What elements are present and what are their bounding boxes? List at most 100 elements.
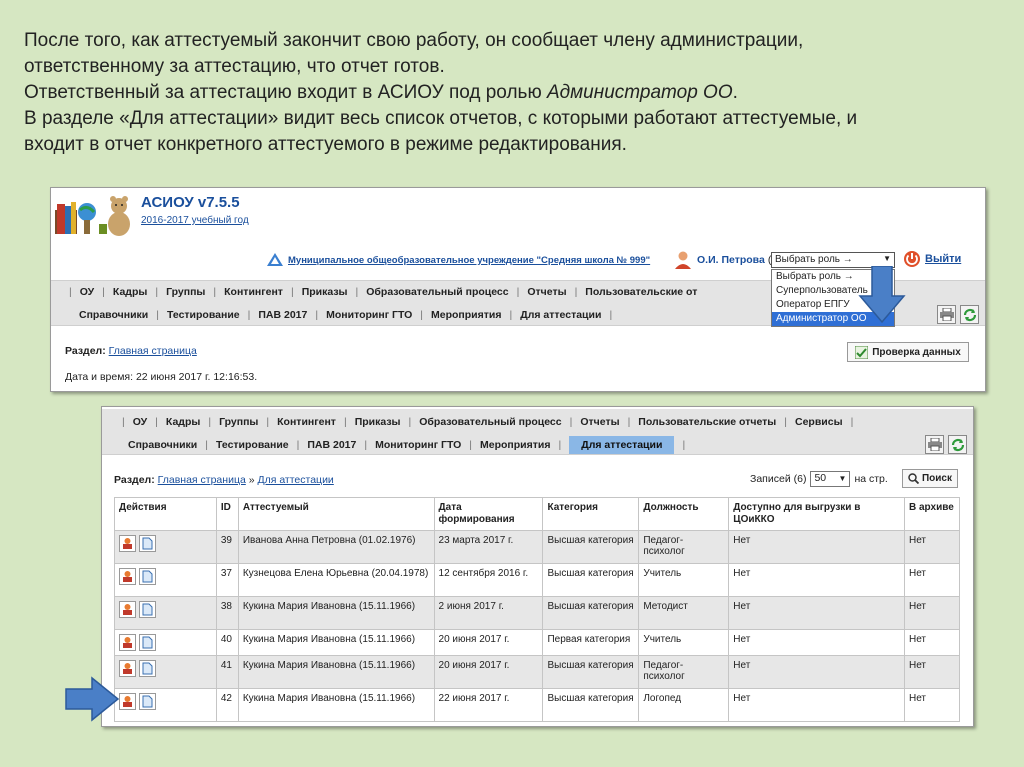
user-line: О.И. Петрова ( (673, 249, 771, 271)
menu-item-for-attestation[interactable]: Для аттестации (520, 309, 601, 321)
breadcrumb-home-link[interactable]: Главная страница (109, 345, 197, 357)
org-icon (267, 253, 283, 266)
column-header: В архиве (903, 497, 961, 531)
refresh-button[interactable] (960, 305, 979, 324)
org-link[interactable]: Муниципальное общеобразовательное учрежд… (288, 255, 650, 266)
menu-item[interactable]: Справочники (128, 439, 197, 451)
menu-item[interactable]: Мероприятия (431, 309, 501, 321)
menu-item[interactable]: ПАВ 2017 (307, 439, 356, 451)
menu-item[interactable]: Отчеты (527, 286, 566, 298)
edit-button[interactable] (119, 634, 136, 651)
records-select[interactable]: 50 ▼ (810, 471, 851, 487)
check-data-button[interactable]: Проверка данных (847, 342, 969, 362)
search-icon (908, 473, 919, 484)
menu-item[interactable]: Образовательный процесс (419, 416, 561, 428)
records-per-page: Записей (6) 50 ▼ на стр. (750, 471, 888, 487)
menu-item[interactable]: Группы (166, 286, 205, 298)
actions-cell (114, 530, 217, 564)
document-icon (142, 695, 153, 708)
edit-button[interactable] (119, 660, 136, 677)
edit-button[interactable] (119, 693, 136, 710)
menu-item[interactable]: Пользовательские отчеты (638, 416, 776, 428)
open-document-button[interactable] (139, 660, 156, 677)
attestation-table: Действия ID Аттестуемый Дата формировани… (114, 497, 961, 722)
menu-item[interactable]: Справочники (79, 309, 148, 321)
breadcrumb: Раздел: Главная страница » Для аттестаци… (114, 474, 334, 486)
menu-item[interactable]: Отчеты (580, 416, 619, 428)
table-row: 37 Кузнецова Елена Юрьевна (20.04.1978) … (114, 563, 961, 597)
school-year-link[interactable]: 2016-2017 учебный год (141, 215, 249, 226)
actions-cell (114, 688, 217, 722)
document-icon (142, 537, 153, 550)
refresh-icon (963, 308, 976, 321)
open-document-button[interactable] (139, 693, 156, 710)
table-row: 42 Кукина Мария Ивановна (15.11.1966) 22… (114, 688, 961, 722)
menu-item[interactable]: Тестирование (216, 439, 289, 451)
screenshot-main-page: АСИОУ v7.5.5 2016-2017 учебный год Муниц… (50, 187, 986, 392)
menu-item[interactable]: Кадры (113, 286, 147, 298)
edit-button[interactable] (119, 568, 136, 585)
toolbar (937, 305, 979, 324)
menu-row-2: Справочники | Тестирование | ПАВ 2017 | Мон… (128, 436, 693, 454)
menu-item-for-attestation-active[interactable]: Для аттестации (569, 436, 675, 454)
print-button[interactable] (937, 305, 956, 324)
exit-link[interactable]: Выйти (925, 253, 961, 265)
open-document-button[interactable] (139, 634, 156, 651)
menu-item[interactable]: ОУ (133, 416, 147, 428)
menu-row-1: | ОУ | Кадры | Группы | Контингент | Приказы… (69, 286, 698, 298)
edit-icon (123, 696, 132, 707)
org-line: Муниципальное общеобразовательное учрежд… (266, 250, 650, 270)
dropdown-arrow-icon: ▼ (883, 254, 891, 263)
refresh-icon (951, 438, 964, 451)
intro-line-2: ответственному за аттестацию, что отчет … (24, 56, 445, 77)
document-icon (142, 603, 153, 616)
open-document-button[interactable] (139, 601, 156, 618)
search-button[interactable]: Поиск (902, 469, 958, 488)
menu-item[interactable]: Мероприятия (480, 439, 550, 451)
menu-item[interactable]: ОУ (80, 286, 94, 298)
breadcrumb-current-link[interactable]: Для аттестации (257, 474, 333, 486)
menu-item[interactable]: Группы (219, 416, 258, 428)
exit-control[interactable]: Выйти (903, 250, 961, 268)
menu-item[interactable]: Приказы (355, 416, 401, 428)
menu-item[interactable]: Тестирование (167, 309, 240, 321)
edit-icon (123, 604, 132, 615)
menu-item[interactable]: Образовательный процесс (366, 286, 508, 298)
breadcrumb-home-link[interactable]: Главная страница (158, 474, 246, 486)
user-name[interactable]: О.И. Петрова (697, 254, 765, 266)
document-icon (142, 662, 153, 675)
check-icon (855, 345, 869, 359)
column-header: Категория (542, 497, 640, 531)
edit-icon (123, 637, 132, 648)
intro-line-1: После того, как аттестуемый закончит сво… (24, 30, 804, 51)
menu-item[interactable]: Контингент (224, 286, 283, 298)
menu-item[interactable]: Пользовательские от (585, 286, 697, 298)
intro-line-3: Ответственный за аттестацию входит в АСИ… (24, 82, 738, 103)
menu-item[interactable]: Мониторинг ГТО (326, 309, 412, 321)
toolbar (925, 435, 967, 454)
datetime-text: Дата и время: 22 июня 2017 г. 12:16:53. (65, 371, 258, 383)
document-icon (142, 570, 153, 583)
column-header: Дата формирования (433, 497, 544, 531)
user-icon (675, 251, 691, 269)
main-menu: | ОУ | Кадры | Группы | Контингент | Приказы… (102, 409, 973, 455)
menu-item[interactable]: Приказы (302, 286, 348, 298)
open-document-button[interactable] (139, 535, 156, 552)
edit-button[interactable] (119, 535, 136, 552)
menu-item[interactable]: Сервисы (795, 416, 843, 428)
menu-item[interactable]: Мониторинг ГТО (375, 439, 461, 451)
screenshot-attestation-page: | ОУ | Кадры | Группы | Контингент | Приказы… (101, 406, 974, 727)
menu-item[interactable]: ПАВ 2017 (258, 309, 307, 321)
refresh-button[interactable] (948, 435, 967, 454)
column-header: ID (215, 497, 239, 531)
column-header: Действия (114, 497, 217, 531)
edit-button[interactable] (119, 601, 136, 618)
print-button[interactable] (925, 435, 944, 454)
menu-row-2: Справочники | Тестирование | ПАВ 2017 | Мон… (79, 309, 613, 321)
menu-item[interactable]: Кадры (166, 416, 200, 428)
open-document-button[interactable] (139, 568, 156, 585)
menu-item[interactable]: Контингент (277, 416, 336, 428)
edit-icon (123, 538, 132, 549)
actions-cell (114, 655, 217, 689)
actions-cell (114, 596, 217, 630)
